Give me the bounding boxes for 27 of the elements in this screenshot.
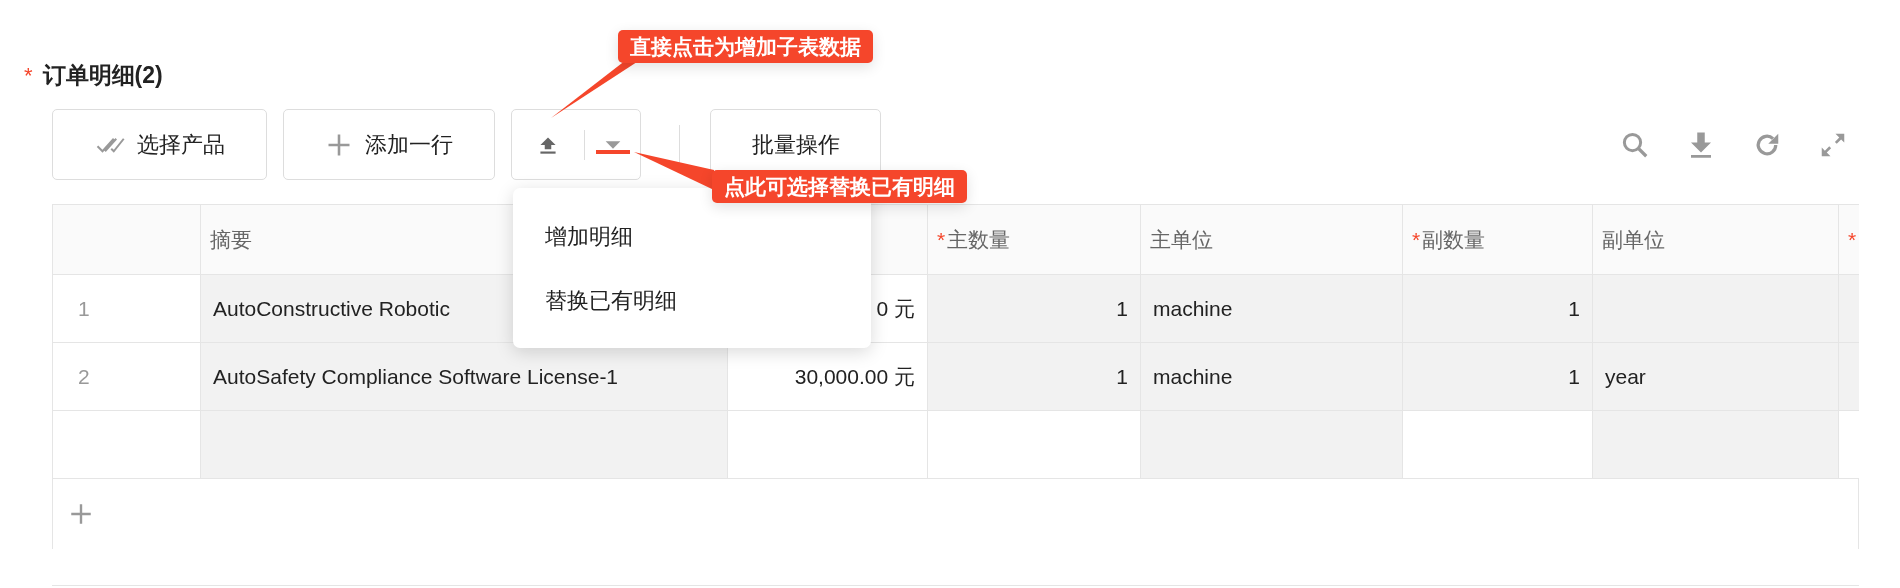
callout: 直接点击为增加子表数据 <box>618 30 873 63</box>
column-header: 主数量 <box>947 226 1011 253</box>
table-cell: machine <box>1141 343 1403 410</box>
column-header: 副数量 <box>1422 226 1486 253</box>
required-mark: * <box>937 226 946 253</box>
table-cell: year <box>1593 343 1839 410</box>
table-cell: 1 <box>1403 343 1593 410</box>
required-mark: * <box>24 61 33 90</box>
column-header: 副单位 <box>1602 226 1665 253</box>
split-button[interactable] <box>511 109 641 180</box>
search-icon <box>1620 130 1650 160</box>
required-mark: * <box>1412 226 1421 253</box>
search-button[interactable] <box>1620 130 1650 160</box>
section-title: 订单明细(2) <box>42 61 163 90</box>
required-mark: * <box>1848 226 1857 253</box>
plus-icon <box>68 501 94 527</box>
table-cell: 1 <box>928 343 1141 410</box>
table-cell: 1 <box>928 275 1141 342</box>
highlight-underline <box>596 150 630 154</box>
column-header: 主单位 <box>1150 226 1213 253</box>
select-products-button[interactable]: 选择产品 <box>52 109 267 180</box>
column-header: 摘要 <box>210 226 252 253</box>
table-cell: 1 <box>1403 275 1593 342</box>
add-row-button[interactable]: 添加一行 <box>283 109 495 180</box>
table-cell: machine <box>1141 275 1403 342</box>
menu-item[interactable]: 增加明细 <box>513 204 871 268</box>
table-cell: AutoSafety Compliance Software License-1 <box>201 343 728 410</box>
